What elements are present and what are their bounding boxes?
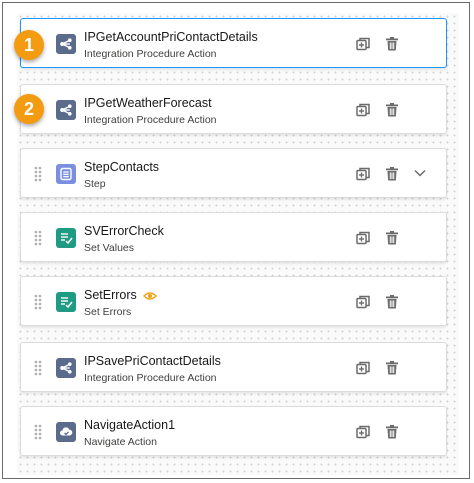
- delete-icon[interactable]: [385, 360, 399, 376]
- copy-icon[interactable]: [355, 36, 371, 52]
- drag-handle-icon[interactable]: [34, 360, 42, 376]
- set-values-icon: [56, 228, 76, 248]
- navigate-action-icon: [56, 422, 76, 442]
- delete-icon[interactable]: [385, 230, 399, 246]
- copy-icon[interactable]: [355, 360, 371, 376]
- step-card[interactable]: SVErrorCheck Set Values: [20, 212, 447, 262]
- eye-icon[interactable]: [143, 288, 157, 306]
- step-type: Integration Procedure Action: [84, 114, 217, 126]
- delete-icon[interactable]: [385, 36, 399, 52]
- step-title: SVErrorCheck: [84, 224, 164, 238]
- copy-icon[interactable]: [355, 424, 371, 440]
- step-type: Integration Procedure Action: [84, 48, 217, 60]
- chevron-down-icon[interactable]: [413, 166, 427, 180]
- step-title: SetErrors: [84, 288, 137, 302]
- step-title: IPSavePriContactDetails: [84, 354, 221, 368]
- step-title: NavigateAction1: [84, 418, 176, 432]
- drag-handle-icon[interactable]: [34, 424, 42, 440]
- step-card[interactable]: IPSavePriContactDetails Integration Proce…: [20, 342, 447, 392]
- step-icon: [56, 164, 76, 184]
- step-type: Navigate Action: [84, 436, 157, 448]
- step-title: StepContacts: [84, 160, 160, 174]
- step-card[interactable]: NavigateAction1 Navigate Action: [20, 406, 447, 456]
- delete-icon[interactable]: [385, 166, 399, 182]
- integration-procedure-icon: [56, 358, 76, 378]
- step-type: Step: [84, 178, 106, 190]
- step-card[interactable]: StepContacts Step: [20, 148, 447, 198]
- step-type: Set Errors: [84, 306, 132, 318]
- copy-icon[interactable]: [355, 294, 371, 310]
- step-type: Set Values: [84, 242, 135, 254]
- step-card[interactable]: SetErrors Set Errors: [20, 276, 447, 326]
- integration-procedure-icon: [56, 100, 76, 120]
- drag-handle-icon[interactable]: [34, 166, 42, 182]
- set-values-icon: [56, 292, 76, 312]
- delete-icon[interactable]: [385, 424, 399, 440]
- copy-icon[interactable]: [355, 166, 371, 182]
- integration-procedure-icon: [56, 34, 76, 54]
- step-card[interactable]: IPGetWeatherForecast Integration Procedur…: [20, 84, 447, 134]
- drag-handle-icon[interactable]: [34, 230, 42, 246]
- delete-icon[interactable]: [385, 294, 399, 310]
- step-title: IPGetWeatherForecast: [84, 96, 212, 110]
- callout-badge-2: 2: [14, 94, 44, 124]
- callout-badge-1: 1: [14, 30, 44, 60]
- copy-icon[interactable]: [355, 230, 371, 246]
- step-type: Integration Procedure Action: [84, 372, 217, 384]
- copy-icon[interactable]: [355, 102, 371, 118]
- step-card[interactable]: IPGetAccountPriContactDetails Integration…: [20, 18, 447, 68]
- step-title: IPGetAccountPriContactDetails: [84, 30, 258, 44]
- drag-handle-icon[interactable]: [34, 294, 42, 310]
- delete-icon[interactable]: [385, 102, 399, 118]
